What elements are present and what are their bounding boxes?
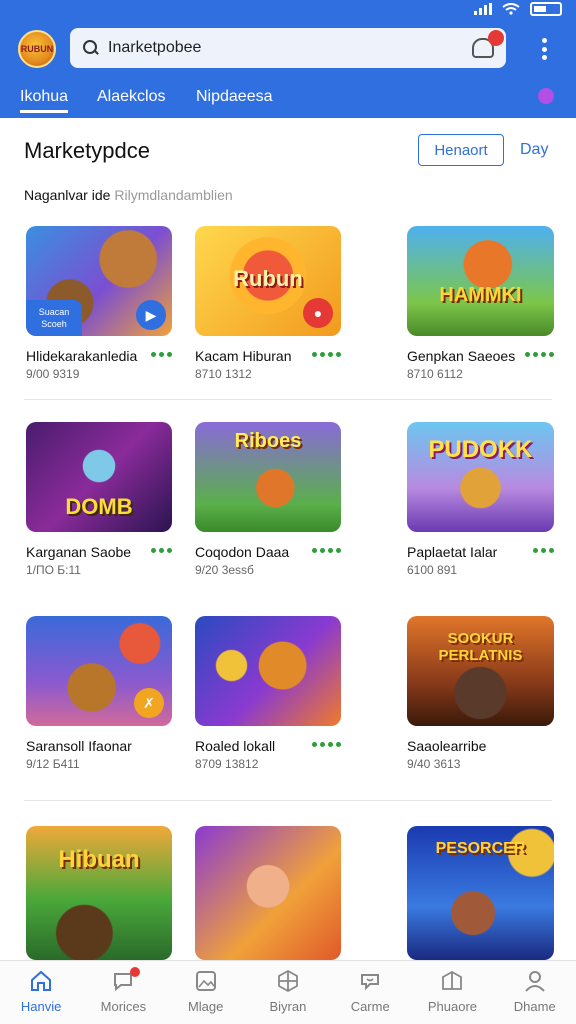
play-icon[interactable]: ▶ <box>136 300 166 330</box>
nav-label: Hanvie <box>20 999 62 1014</box>
tab-bar: Ikohua Alaekclos Nipdaeesa <box>0 84 576 114</box>
nav-label: Dhame <box>513 999 556 1014</box>
nav-label: Mlage <box>187 999 224 1014</box>
status-bar <box>474 0 562 18</box>
subtitle-hint: Rilymdlandamblien <box>114 187 233 203</box>
game-meta: 8710 6112 <box>407 367 463 381</box>
game-thumbnail[interactable]: Rubun ● <box>195 226 341 336</box>
app-logo[interactable]: RUBUN <box>18 30 56 68</box>
app-header: RUBUN Ikohua Alaekclos Nipdaeesa <box>0 0 576 118</box>
game-thumbnail[interactable] <box>195 616 341 726</box>
tab-updates[interactable]: Nipdaeesa <box>196 88 273 106</box>
game-meta: 9/20 3essб <box>195 563 254 577</box>
game-thumbnail[interactable]: Hibuan <box>26 826 172 960</box>
nav-home[interactable]: Hanvie <box>0 961 82 1024</box>
more-menu-icon[interactable] <box>536 38 552 60</box>
app-logo-text: RUBUN <box>20 44 54 54</box>
game-meta: 6100 891 <box>407 563 458 577</box>
game-thumbnail[interactable]: Suacan Scoeh ▶ <box>26 226 172 336</box>
game-icon <box>361 974 380 991</box>
rating-dots-icon <box>312 352 341 357</box>
game-name: Hlidekarakanledia <box>26 348 138 364</box>
game-thumbnail[interactable]: HAMMKI <box>407 226 554 336</box>
game-meta: 8710 1312 <box>195 367 252 381</box>
row-divider <box>24 399 552 400</box>
filter-button[interactable]: Henaort <box>418 134 504 166</box>
game-name: Kacam Hiburan <box>195 348 292 364</box>
game-meta: 1/ПО Б:11 <box>26 563 81 577</box>
game-art-title: SOOKUR PERLATNIS <box>438 630 523 664</box>
nav-store[interactable]: Phuaore <box>411 961 493 1024</box>
game-thumbnail[interactable] <box>195 826 341 960</box>
subtitle-main: Naganlvar ide <box>24 187 111 203</box>
nav-label: Morices <box>100 999 147 1014</box>
game-art-title: Rubun <box>233 266 303 291</box>
notification-dot-icon[interactable] <box>538 88 554 104</box>
section-subtitle: Naganlvar ide Rilymdlandamblien <box>24 187 233 203</box>
signal-icon <box>474 3 492 15</box>
day-link[interactable]: Day <box>520 141 548 159</box>
game-name: Paplaetat Ialar <box>407 544 498 560</box>
search-input[interactable] <box>108 39 448 57</box>
nav-label: Biyran <box>269 999 307 1014</box>
notification-badge <box>130 967 141 977</box>
cart-badge <box>488 30 504 46</box>
tab-categories[interactable]: Alaekclos <box>97 88 165 106</box>
game-thumbnail[interactable]: DOMB <box>26 422 172 532</box>
home-icon <box>31 970 52 991</box>
game-name: Genpkan Saeoes <box>407 348 516 364</box>
nav-library[interactable]: Biyran <box>247 961 329 1024</box>
game-art-title: HAMMKI <box>439 284 522 306</box>
game-thumbnail[interactable]: Riboes <box>195 422 341 532</box>
game-art-title: PUDOKK <box>428 436 533 463</box>
nav-label: Carme <box>350 999 390 1014</box>
game-meta: 9/40 3613 <box>407 757 461 771</box>
rating-dots-icon <box>533 548 554 553</box>
game-name: Coqodon Daaa <box>195 544 290 560</box>
game-thumbnail[interactable]: ✗ <box>26 616 172 726</box>
profile-icon <box>524 971 545 992</box>
game-thumbnail[interactable]: PESORCER <box>407 826 554 960</box>
wifi-icon <box>502 3 520 15</box>
page-title: Marketypdce <box>24 138 150 163</box>
game-art-title: Riboes <box>234 430 302 452</box>
nav-profile[interactable]: Dhame <box>494 961 576 1024</box>
cube-icon <box>278 969 298 993</box>
rating-dots-icon <box>312 548 341 553</box>
game-meta: 9/00 9319 <box>26 367 80 381</box>
game-name: Saransoll Ifaonar <box>26 738 132 754</box>
game-art-title: PESORCER <box>435 840 526 857</box>
record-icon[interactable]: ● <box>303 298 333 328</box>
game-name: Roaled lokall <box>195 738 276 754</box>
rating-dots-icon <box>151 352 172 357</box>
game-name: Saaolearribe <box>407 738 487 754</box>
search-icon <box>82 39 100 57</box>
game-meta: 9/12 Б411 <box>26 757 80 771</box>
game-art-title: DOMB <box>65 494 133 519</box>
bottom-navigation: Hanvie Morices Mlage Biyran Carme Phuaor… <box>0 960 576 1024</box>
nav-game[interactable]: Carme <box>329 961 411 1024</box>
search-bar[interactable] <box>70 28 506 68</box>
promo-badge: Suacan Scoeh <box>26 300 82 336</box>
game-meta: 8709 13812 <box>195 757 259 771</box>
game-name: Karganan Saobe <box>26 544 132 560</box>
rating-dots-icon <box>312 742 341 747</box>
store-icon <box>442 970 463 990</box>
rating-dots-icon <box>151 548 172 553</box>
nav-messages[interactable]: Morices <box>82 961 164 1024</box>
shield-icon[interactable]: ✗ <box>134 688 164 718</box>
image-icon <box>195 971 216 991</box>
nav-label: Phuaore <box>427 999 478 1014</box>
nav-images[interactable]: Mlage <box>165 961 247 1024</box>
tab-home[interactable]: Ikohua <box>20 88 69 113</box>
game-art-title: Hibuan <box>58 846 140 873</box>
game-thumbnail[interactable]: SOOKUR PERLATNIS <box>407 616 554 726</box>
game-thumbnail[interactable]: PUDOKK <box>407 422 554 532</box>
battery-icon <box>530 2 562 16</box>
rating-dots-icon <box>525 352 554 357</box>
row-divider <box>24 800 552 801</box>
